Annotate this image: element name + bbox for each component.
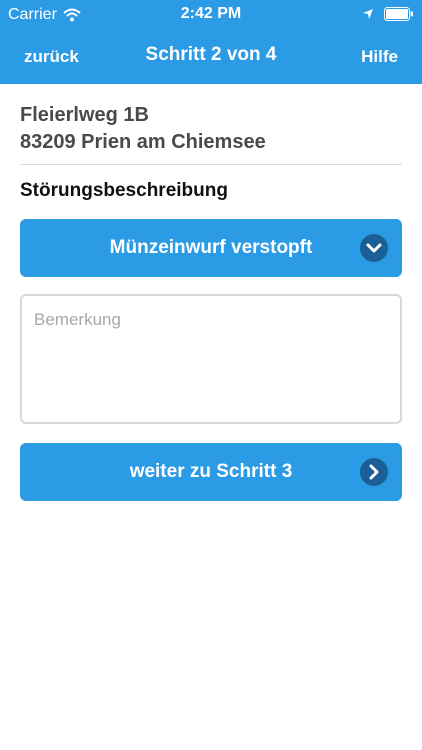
remark-input[interactable] bbox=[20, 294, 402, 424]
divider bbox=[20, 164, 402, 165]
next-step-label: weiter zu Schritt 3 bbox=[129, 461, 293, 482]
address-city: 83209 Prien am Chiemsee bbox=[20, 131, 266, 153]
status-bar: Carrier 2:42 PM bbox=[0, 0, 422, 30]
location-arrow-icon bbox=[363, 9, 373, 19]
navigation-bar: zurück Schritt 2 von 4 Hilfe bbox=[0, 30, 422, 84]
address-street: Fleierlweg 1B bbox=[20, 104, 149, 126]
next-step-button[interactable]: weiter zu Schritt 3 bbox=[20, 443, 402, 501]
section-title: Störungsbeschreibung bbox=[20, 180, 228, 201]
fault-type-selected: Münzeinwurf verstopft bbox=[109, 237, 313, 258]
address-block: Fleierlweg 1B 83209 Prien am Chiemsee bbox=[20, 102, 266, 156]
fault-type-dropdown[interactable]: Münzeinwurf verstopft bbox=[20, 219, 402, 277]
chevron-right-icon bbox=[360, 458, 388, 486]
chevron-down-icon bbox=[360, 234, 388, 262]
battery-icon bbox=[384, 7, 413, 21]
page-title: Schritt 2 von 4 bbox=[145, 44, 277, 65]
help-button[interactable]: Hilfe bbox=[361, 47, 398, 67]
app-header: Carrier 2:42 PM zurück Schritt 2 von 4 H… bbox=[0, 0, 422, 84]
status-time: 2:42 PM bbox=[180, 5, 242, 22]
status-indicators bbox=[362, 7, 414, 21]
